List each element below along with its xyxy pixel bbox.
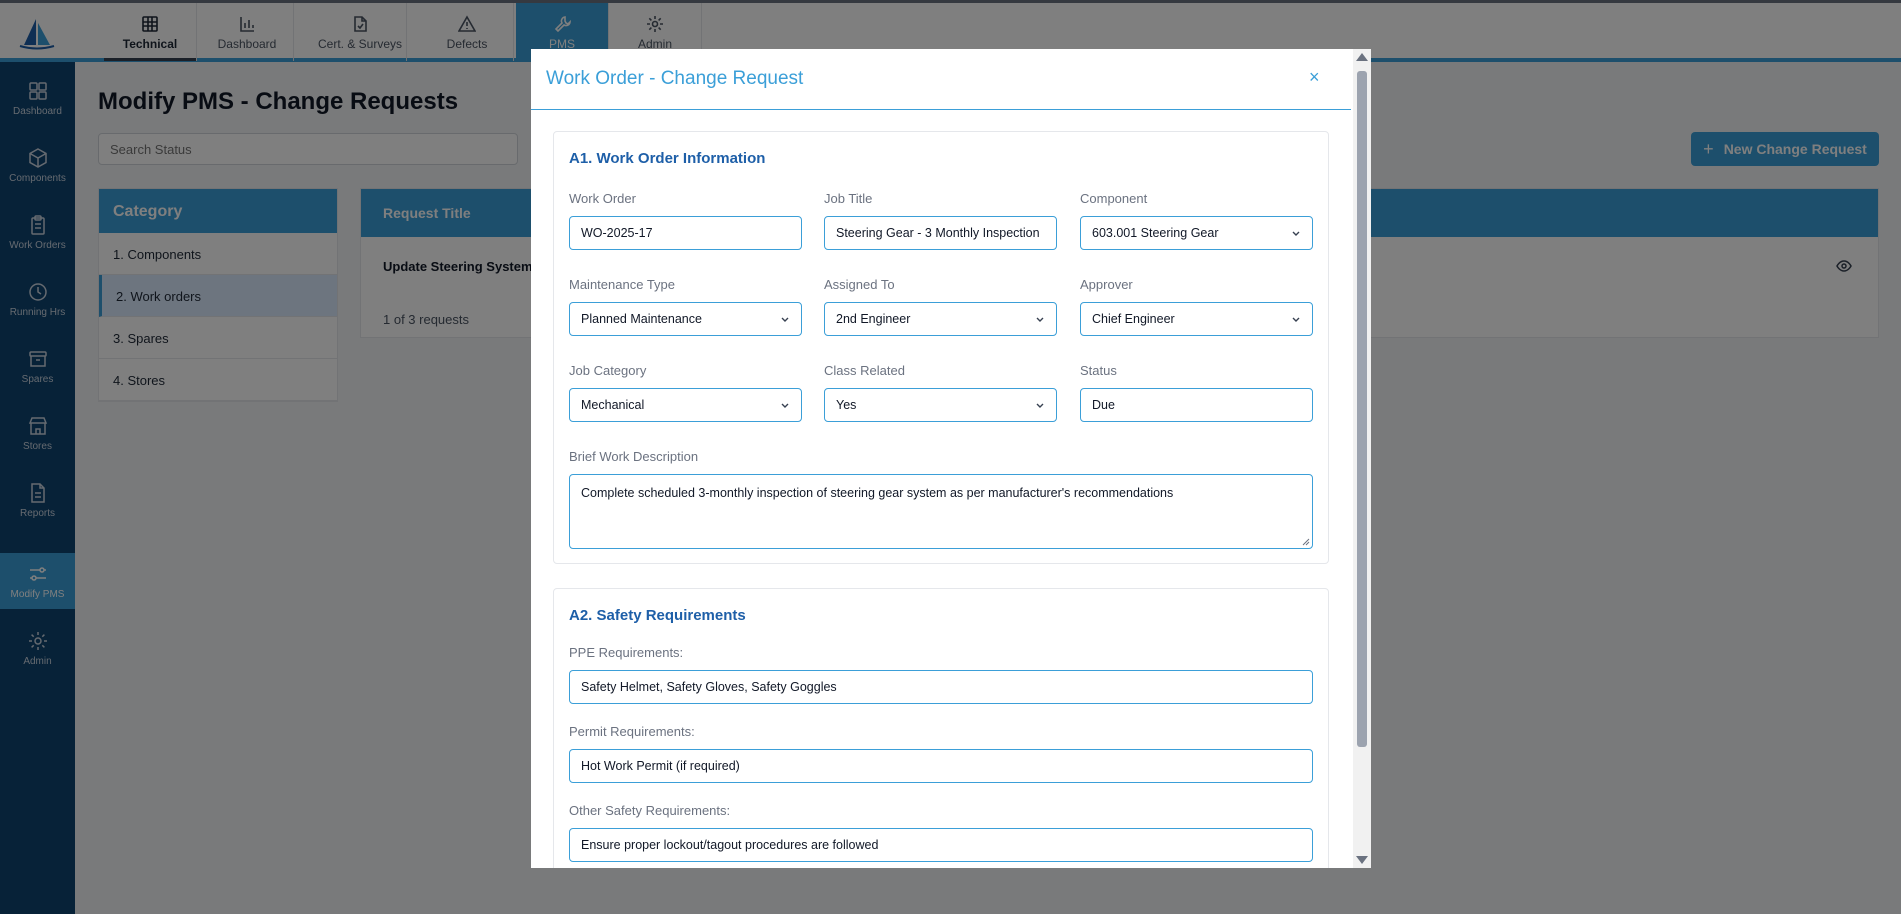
- job-category-value: Mechanical: [581, 398, 645, 412]
- work-order-field[interactable]: WO-2025-17: [569, 216, 802, 250]
- chevron-down-icon: [781, 317, 789, 322]
- chevron-down-icon: [1292, 317, 1300, 322]
- modal-header: Work Order - Change Request ×: [531, 49, 1351, 110]
- section-safety-requirements: A2. Safety Requirements PPE Requirements…: [553, 588, 1329, 868]
- assigned-to-label: Assigned To: [824, 277, 895, 292]
- section-title: A2. Safety Requirements: [569, 607, 746, 624]
- maintenance-type-label: Maintenance Type: [569, 277, 675, 292]
- job-category-label: Job Category: [569, 363, 647, 378]
- other-safety-label: Other Safety Requirements:: [569, 803, 731, 818]
- work-order-value: WO-2025-17: [581, 226, 653, 240]
- job-title-value: Steering Gear - 3 Monthly Inspection: [836, 226, 1040, 240]
- permit-value: Hot Work Permit (if required): [581, 759, 740, 773]
- status-field[interactable]: Due: [1080, 388, 1313, 422]
- job-title-label: Job Title: [824, 191, 873, 206]
- description-textarea[interactable]: Complete scheduled 3-monthly inspection …: [569, 474, 1313, 549]
- class-related-label: Class Related: [824, 363, 905, 378]
- close-icon[interactable]: ×: [1309, 67, 1320, 88]
- modal-title: Work Order - Change Request: [546, 68, 804, 89]
- approver-value: Chief Engineer: [1092, 312, 1175, 326]
- section-work-order-info: A1. Work Order Information Work Order WO…: [553, 131, 1329, 564]
- description-value: Complete scheduled 3-monthly inspection …: [581, 486, 1174, 500]
- chevron-down-icon: [1036, 317, 1044, 322]
- chevron-down-icon: [781, 403, 789, 408]
- job-title-field[interactable]: Steering Gear - 3 Monthly Inspection: [824, 216, 1057, 250]
- resize-handle-icon[interactable]: [1302, 538, 1310, 546]
- permit-label: Permit Requirements:: [569, 724, 695, 739]
- approver-select[interactable]: Chief Engineer: [1080, 302, 1313, 336]
- component-label: Component: [1080, 191, 1148, 206]
- assigned-to-value: 2nd Engineer: [836, 312, 911, 326]
- job-category-select[interactable]: Mechanical: [569, 388, 802, 422]
- status-value: Due: [1092, 398, 1115, 412]
- chevron-down-icon: [1036, 403, 1044, 408]
- approver-label: Approver: [1080, 277, 1133, 292]
- section-title: A1. Work Order Information: [569, 150, 766, 167]
- maintenance-type-select[interactable]: Planned Maintenance: [569, 302, 802, 336]
- other-safety-field[interactable]: Ensure proper lockout/tagout procedures …: [569, 828, 1313, 862]
- change-request-modal: Work Order - Change Request × A1. Work O…: [531, 49, 1371, 868]
- ppe-field[interactable]: Safety Helmet, Safety Gloves, Safety Gog…: [569, 670, 1313, 704]
- ppe-value: Safety Helmet, Safety Gloves, Safety Gog…: [581, 680, 837, 694]
- other-safety-value: Ensure proper lockout/tagout procedures …: [581, 838, 879, 852]
- work-order-label: Work Order: [569, 191, 636, 206]
- modal-scrollbar[interactable]: [1353, 49, 1371, 868]
- chevron-down-icon: [1292, 231, 1300, 236]
- permit-field[interactable]: Hot Work Permit (if required): [569, 749, 1313, 783]
- scroll-up-icon[interactable]: [1356, 53, 1368, 61]
- class-related-select[interactable]: Yes: [824, 388, 1057, 422]
- ppe-label: PPE Requirements:: [569, 645, 684, 660]
- component-select[interactable]: 603.001 Steering Gear: [1080, 216, 1313, 250]
- maintenance-type-value: Planned Maintenance: [581, 312, 702, 326]
- scroll-thumb[interactable]: [1357, 71, 1367, 747]
- component-value: 603.001 Steering Gear: [1092, 226, 1219, 240]
- scroll-down-icon[interactable]: [1356, 856, 1368, 864]
- class-related-value: Yes: [836, 398, 857, 412]
- assigned-to-select[interactable]: 2nd Engineer: [824, 302, 1057, 336]
- description-label: Brief Work Description: [569, 449, 699, 464]
- status-label: Status: [1080, 363, 1117, 378]
